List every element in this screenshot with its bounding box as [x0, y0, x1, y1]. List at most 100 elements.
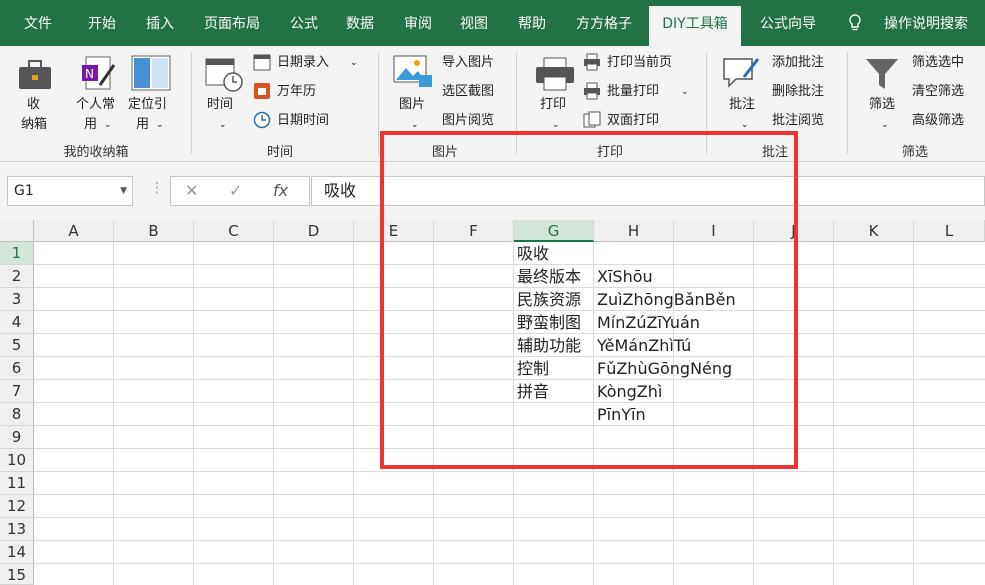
tab-file[interactable]: 文件	[12, 6, 64, 46]
tab-fangfang[interactable]: 方方格子	[566, 6, 642, 46]
batch-print-button[interactable]: 批量打印	[607, 84, 659, 100]
confirm-icon[interactable]: ✓	[229, 181, 242, 200]
batch-print-icon	[584, 82, 600, 100]
chevron-down-icon[interactable]: ⌄	[104, 117, 112, 133]
select-all-button[interactable]	[0, 220, 34, 242]
search-box[interactable]: 操作说明搜索	[872, 6, 980, 46]
tab-data[interactable]: 数据	[334, 6, 386, 46]
highlight-annotation-box	[380, 131, 798, 469]
tab-diy-toolbox[interactable]: DIY工具箱	[649, 6, 741, 46]
chevron-down-icon[interactable]: ⌄	[350, 55, 358, 71]
fx-icon[interactable]: fx	[273, 181, 288, 200]
name-box[interactable]: G1 ▼	[7, 176, 133, 206]
personal-label2: 用	[84, 117, 98, 132]
clock-icon	[253, 111, 271, 129]
gridline	[34, 540, 985, 541]
excel-window: 文件 开始 插入 页面布局 公式 数据 审阅 视图 帮助 方方格子 DIY工具箱…	[0, 0, 985, 585]
date-entry-button[interactable]: 日期录入	[277, 55, 329, 71]
clear-filter-button[interactable]: 清空筛选	[912, 84, 964, 100]
tab-page-layout[interactable]: 页面布局	[194, 6, 270, 46]
duplex-print-button[interactable]: 双面打印	[607, 113, 659, 129]
row-header-4[interactable]: 4	[0, 311, 34, 334]
row-header-7[interactable]: 7	[0, 380, 34, 403]
column-header-b[interactable]: B	[114, 220, 194, 242]
print-current-button[interactable]: 打印当前页	[607, 55, 672, 71]
row-header-8[interactable]: 8	[0, 403, 34, 426]
comment-icon[interactable]	[722, 55, 762, 91]
filter-button-label[interactable]: 筛选	[869, 97, 895, 113]
date-entry-icon	[253, 54, 271, 71]
chevron-down-icon[interactable]: ⌄	[219, 117, 227, 133]
advanced-filter-button[interactable]: 高级筛选	[912, 113, 964, 129]
tab-formulas[interactable]: 公式	[278, 6, 330, 46]
column-header-d[interactable]: D	[274, 220, 354, 242]
column-header-l[interactable]: L	[914, 220, 985, 242]
comment-button-label[interactable]: 批注	[729, 97, 755, 113]
drag-handle-icon[interactable]: ⋮	[150, 180, 164, 196]
view-comment-button[interactable]: 批注阅览	[772, 113, 824, 129]
row-header-11[interactable]: 11	[0, 472, 34, 495]
row-header-5[interactable]: 5	[0, 334, 34, 357]
gridline	[113, 242, 114, 585]
locate-reference-icon[interactable]	[131, 55, 171, 91]
row-header-9[interactable]: 9	[0, 426, 34, 449]
filter-selected-button[interactable]: 筛选选中	[912, 55, 964, 71]
calendar-button[interactable]: 万年历	[277, 84, 316, 100]
tab-review[interactable]: 审阅	[392, 6, 444, 46]
row-header-6[interactable]: 6	[0, 357, 34, 380]
group-separator	[378, 52, 379, 154]
row-header-12[interactable]: 12	[0, 495, 34, 518]
onenote-icon[interactable]: N	[82, 55, 118, 93]
name-box-value: G1	[14, 183, 34, 199]
locate-label1: 定位引	[128, 97, 168, 112]
import-picture-button[interactable]: 导入图片	[442, 55, 494, 71]
personal-label1: 个人常	[76, 97, 116, 112]
row-header-2[interactable]: 2	[0, 265, 34, 288]
row-header-15[interactable]: 15	[0, 564, 34, 585]
time-button-label[interactable]: 时间	[207, 97, 233, 113]
picture-view-button[interactable]: 图片阅览	[442, 113, 494, 129]
chevron-down-icon[interactable]: ⌄	[681, 84, 689, 100]
print-button-label[interactable]: 打印	[540, 97, 566, 113]
column-header-k[interactable]: K	[834, 220, 914, 242]
tab-home[interactable]: 开始	[76, 6, 128, 46]
filter-icon[interactable]	[864, 56, 900, 92]
gridline	[34, 494, 985, 495]
chevron-down-icon[interactable]: ⌄	[881, 117, 889, 133]
row-header-13[interactable]: 13	[0, 518, 34, 541]
picture-icon[interactable]	[393, 55, 433, 91]
calendar-clock-icon[interactable]	[205, 56, 243, 92]
row-header-14[interactable]: 14	[0, 541, 34, 564]
group-separator	[191, 52, 192, 154]
row-header-10[interactable]: 10	[0, 449, 34, 472]
chevron-down-icon[interactable]: ▼	[120, 177, 127, 205]
row-header-3[interactable]: 3	[0, 288, 34, 311]
tab-help[interactable]: 帮助	[506, 6, 558, 46]
storage-box-label1: 收	[27, 97, 41, 112]
gridline	[34, 471, 985, 472]
datetime-button[interactable]: 日期时间	[277, 113, 329, 129]
tab-insert[interactable]: 插入	[134, 6, 186, 46]
toolbox-icon[interactable]	[17, 56, 53, 92]
cancel-icon[interactable]: ✕	[185, 181, 198, 200]
tab-view[interactable]: 视图	[448, 6, 500, 46]
picture-button-label[interactable]: 图片	[399, 97, 425, 113]
add-comment-button[interactable]: 添加批注	[772, 55, 824, 71]
column-header-a[interactable]: A	[34, 220, 114, 242]
row-header-1[interactable]: 1	[0, 242, 34, 265]
chevron-down-icon[interactable]: ⌄	[156, 117, 164, 133]
gridline	[34, 563, 985, 564]
delete-comment-button[interactable]: 删除批注	[772, 84, 824, 100]
menu-bar: 文件 开始 插入 页面布局 公式 数据 审阅 视图 帮助 方方格子 DIY工具箱…	[0, 0, 985, 46]
group-label-storage: 我的收纳箱	[63, 145, 129, 160]
tab-formula-wizard[interactable]: 公式向导	[748, 6, 828, 46]
storage-box-label2: 纳箱	[21, 117, 48, 132]
screenshot-button[interactable]: 选区截图	[442, 84, 494, 100]
column-header-c[interactable]: C	[194, 220, 274, 242]
gridline	[913, 242, 914, 585]
gridline	[273, 242, 274, 585]
gridline	[833, 242, 834, 585]
group-label-filter: 筛选	[901, 145, 928, 160]
group-label-time: 时间	[266, 145, 293, 160]
printer-icon[interactable]	[535, 57, 575, 91]
